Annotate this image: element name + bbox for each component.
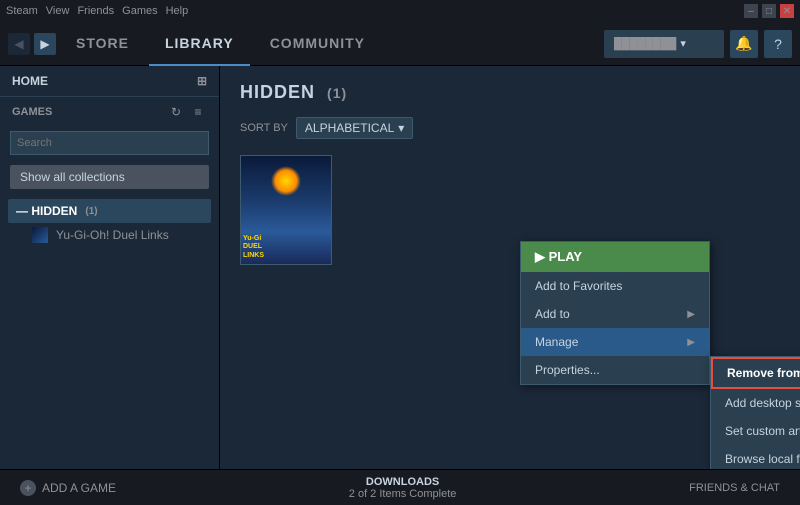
sidebar-collections: — HIDDEN (1) Yu-Gi-Oh! Duel Links xyxy=(0,195,219,251)
sidebar-search-input[interactable] xyxy=(10,131,209,155)
menu-view[interactable]: View xyxy=(46,5,70,17)
nav-icons: ████████ ▾ 🔔 ? xyxy=(604,30,792,58)
home-label: HOME xyxy=(12,74,48,88)
friends-chat-button[interactable]: FRIENDS & CHAT xyxy=(681,478,788,498)
sidebar-games-header: GAMES ↻ ≡ xyxy=(0,97,219,127)
tab-library[interactable]: LIBRARY xyxy=(149,22,250,66)
plus-icon: + xyxy=(20,480,36,496)
hidden-count-badge: (1) xyxy=(85,206,97,217)
menu-steam[interactable]: Steam xyxy=(6,5,38,17)
context-menu-main: ▶ PLAY Add to Favorites Add to ▶ Manage … xyxy=(520,241,710,385)
context-add-to[interactable]: Add to ▶ xyxy=(521,300,709,328)
tab-community[interactable]: COMMUNITY xyxy=(254,22,381,66)
tab-store[interactable]: STORE xyxy=(60,22,145,66)
downloads-title: DOWNLOADS xyxy=(349,476,457,488)
game-art-yugioh xyxy=(241,156,331,264)
context-remove-from-hidden[interactable]: Remove from Hidden xyxy=(711,357,800,389)
filter-icon-button[interactable]: ≡ xyxy=(189,103,207,121)
context-play[interactable]: ▶ PLAY xyxy=(521,242,709,272)
downloads-center[interactable]: DOWNLOADS 2 of 2 Items Complete xyxy=(349,476,457,500)
menu-help[interactable]: Help xyxy=(166,5,189,17)
submenu-arrow-icon: ▶ xyxy=(687,309,695,320)
sort-by-label: SORT BY xyxy=(240,122,288,134)
user-name-display: ████████ xyxy=(614,38,676,50)
sidebar: HOME ⊞ GAMES ↻ ≡ Show all collections — … xyxy=(0,66,220,469)
game-icon-yugioh xyxy=(32,227,48,243)
grid-icon: ⊞ xyxy=(197,74,207,88)
context-add-desktop[interactable]: Add desktop shortcut xyxy=(711,389,800,417)
title-bar-menu: Steam View Friends Games Help xyxy=(6,5,188,17)
user-button[interactable]: ████████ ▾ xyxy=(604,30,724,58)
downloads-status: 2 of 2 Items Complete xyxy=(349,488,457,500)
title-bar: Steam View Friends Games Help – □ ✕ xyxy=(0,0,800,22)
manage-submenu-arrow-icon: ▶ xyxy=(687,337,695,348)
main-layout: HOME ⊞ GAMES ↻ ≡ Show all collections — … xyxy=(0,66,800,469)
back-button[interactable]: ◀ xyxy=(8,33,30,55)
games-label: GAMES xyxy=(12,106,52,118)
content-area: HIDDEN (1) SORT BY Alphabetical ▾ ▶ PLAY… xyxy=(220,66,800,469)
sort-dropdown[interactable]: Alphabetical ▾ xyxy=(296,117,413,139)
context-add-favorites[interactable]: Add to Favorites xyxy=(521,272,709,300)
sidebar-game-yugioh[interactable]: Yu-Gi-Oh! Duel Links xyxy=(8,223,211,247)
notifications-button[interactable]: 🔔 xyxy=(730,30,758,58)
sidebar-header-icons: ↻ ≡ xyxy=(167,103,207,121)
section-title: HIDDEN (1) xyxy=(240,82,780,103)
game-thumb-yugioh[interactable] xyxy=(240,155,332,265)
add-game-label: ADD A GAME xyxy=(42,481,116,495)
title-bar-controls: – □ ✕ xyxy=(744,4,794,18)
context-set-artwork[interactable]: Set custom artwork xyxy=(711,417,800,445)
context-browse-local[interactable]: Browse local files xyxy=(711,445,800,469)
menu-friends[interactable]: Friends xyxy=(77,5,114,17)
bottom-bar: + ADD A GAME DOWNLOADS 2 of 2 Items Comp… xyxy=(0,469,800,505)
nav-bar: ◀ ▶ STORE LIBRARY COMMUNITY ████████ ▾ 🔔… xyxy=(0,22,800,66)
game-label-yugioh: Yu-Gi-Oh! Duel Links xyxy=(56,228,169,242)
refresh-icon-button[interactable]: ↻ xyxy=(167,103,185,121)
maximize-button[interactable]: □ xyxy=(762,4,776,18)
sort-value: Alphabetical xyxy=(305,121,394,135)
sidebar-item-hidden[interactable]: — HIDDEN (1) xyxy=(8,199,211,223)
context-properties[interactable]: Properties... xyxy=(521,356,709,384)
friends-label: FRIENDS & CHAT xyxy=(689,482,780,494)
close-button[interactable]: ✕ xyxy=(780,4,794,18)
forward-button[interactable]: ▶ xyxy=(34,33,56,55)
add-game-button[interactable]: + ADD A GAME xyxy=(12,476,124,500)
context-manage[interactable]: Manage ▶ xyxy=(521,328,709,356)
context-menu-manage: Remove from Hidden Add desktop shortcut … xyxy=(710,356,800,469)
help-icon-button[interactable]: ? xyxy=(764,30,792,58)
sidebar-item-home[interactable]: HOME ⊞ xyxy=(0,66,219,97)
dropdown-arrow-icon: ▾ xyxy=(680,37,686,50)
menu-games[interactable]: Games xyxy=(122,5,157,17)
hidden-item-label: — HIDDEN xyxy=(16,204,77,218)
minimize-button[interactable]: – xyxy=(744,4,758,18)
sort-bar: SORT BY Alphabetical ▾ xyxy=(240,117,780,139)
sort-arrow-icon: ▾ xyxy=(398,121,404,135)
show-collections-button[interactable]: Show all collections xyxy=(10,165,209,189)
